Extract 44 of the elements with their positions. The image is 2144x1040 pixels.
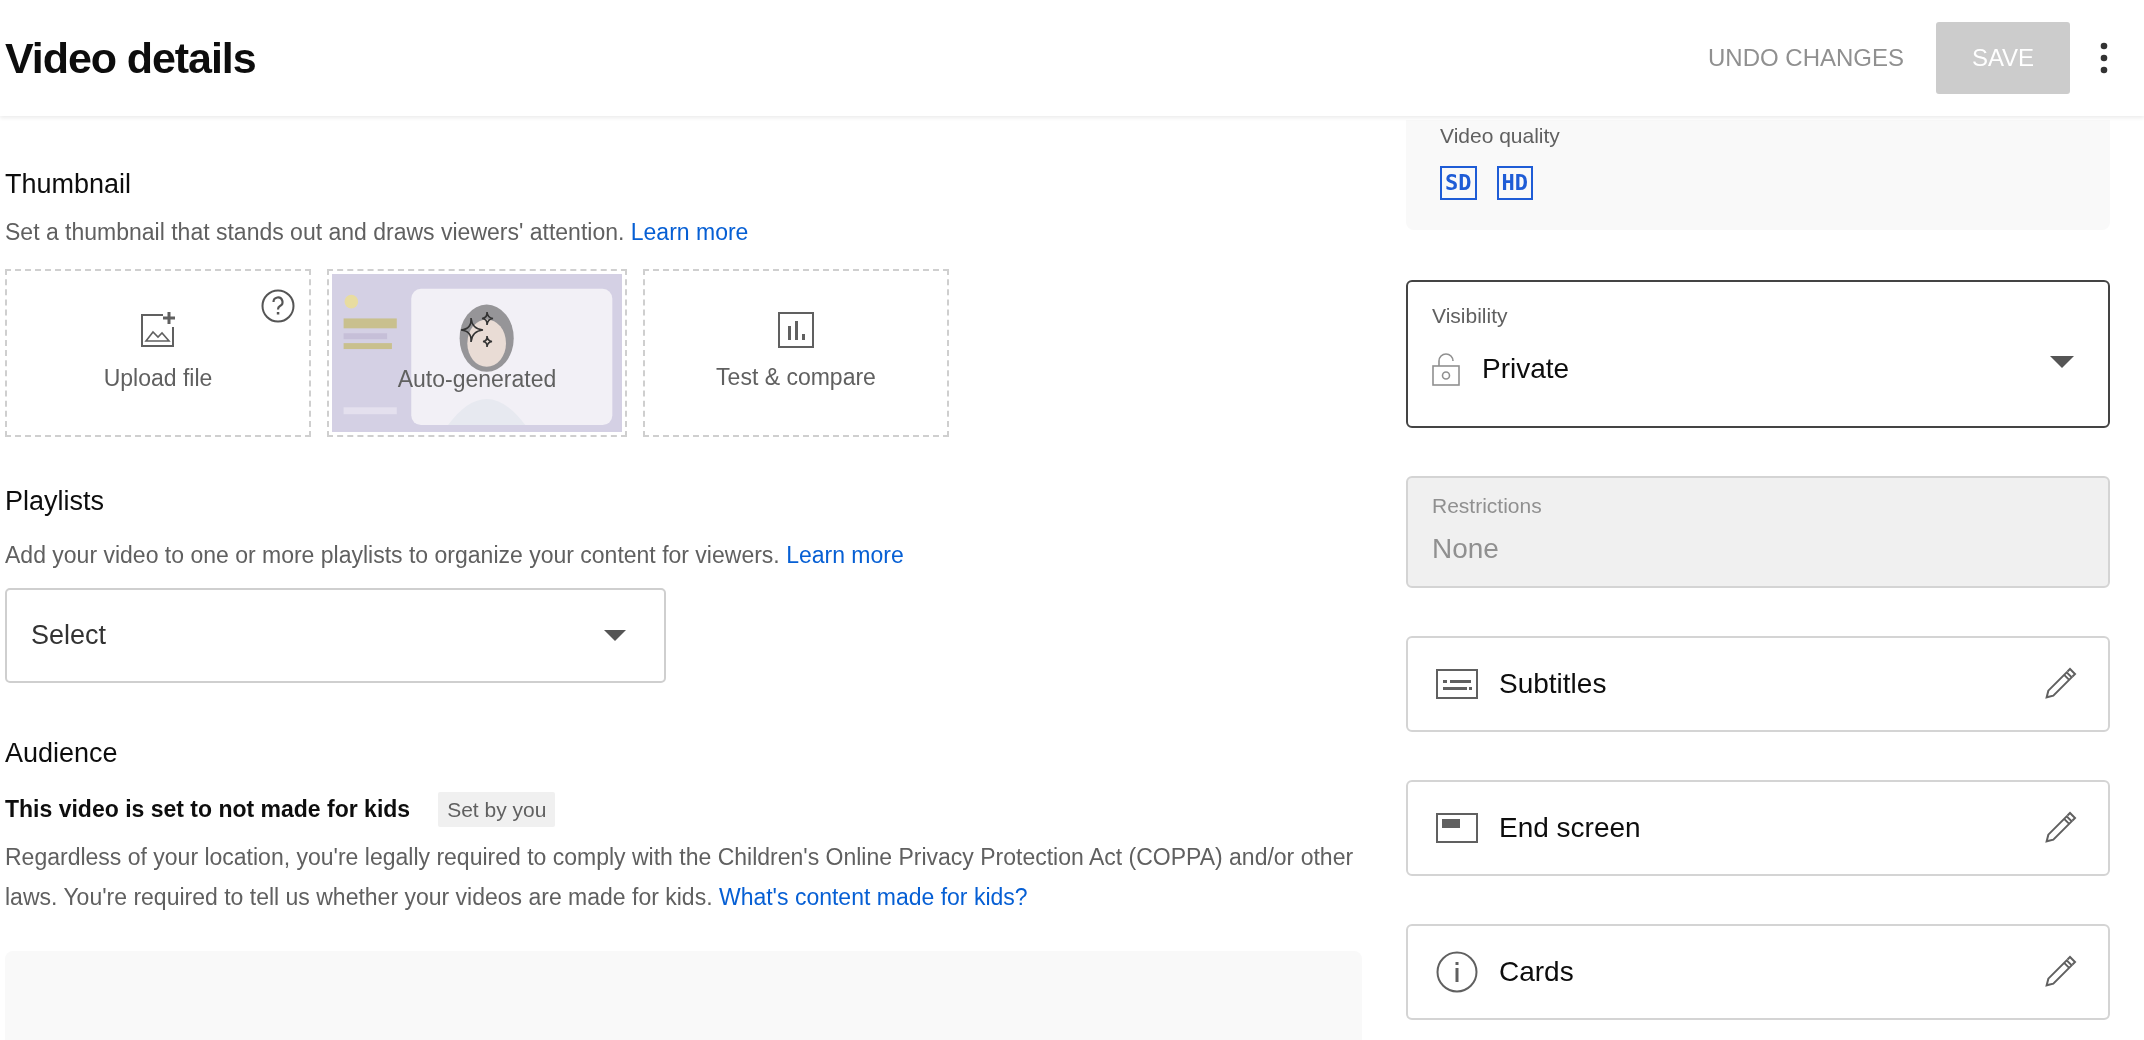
field-label: Visibility — [1432, 303, 1509, 329]
editor-label: End screen — [1499, 811, 1641, 845]
undo-changes-button[interactable]: UNDO CHANGES — [1695, 28, 1916, 88]
field-label: Restrictions — [1432, 493, 1543, 519]
quality-badge: HD — [1496, 165, 1533, 200]
dropdown-caret-icon — [604, 630, 626, 641]
section-heading: Thumbnail — [5, 168, 133, 201]
bar-chart-icon — [778, 311, 814, 348]
add-image-icon — [139, 310, 177, 349]
audience-description: Regardless of your location, you're legally required to comply with the Children's Online Privacy Protection Act (COPPA) and/or other laws. You're required to tell us whether your videos are made for kids. What's content made for kids? — [5, 843, 1355, 912]
restrictions-value: None — [1432, 531, 1500, 566]
page-title: Video details — [5, 32, 256, 84]
section-heading: Audience — [5, 737, 119, 770]
section-description: Add your video to one or more playlists to organize your content for viewers. Learn more — [5, 540, 905, 570]
editor-label: Subtitles — [1499, 667, 1607, 701]
help-icon[interactable] — [261, 289, 295, 323]
learn-more-link[interactable]: Learn more — [786, 541, 904, 568]
audience-status: This video is set to not made for kids — [5, 795, 411, 824]
test-compare-option[interactable]: Test & compare — [643, 269, 949, 437]
editor-card[interactable]: Cards — [1406, 924, 2110, 1020]
quality-badge: SD — [1440, 165, 1477, 200]
dropdown-caret-icon — [2050, 355, 2074, 368]
option-label: Auto-generated — [397, 364, 557, 394]
auto-generated-option[interactable]: Auto-generated — [327, 269, 627, 437]
option-label: Test & compare — [716, 362, 876, 392]
visibility-value: Private — [1482, 351, 1570, 386]
section-description: Set a thumbnail that stands out and draws viewers' attention. Learn more — [5, 217, 750, 247]
editor-card[interactable]: Subtitles — [1406, 636, 2110, 732]
subtitles-icon — [1436, 669, 1478, 699]
info-icon — [1436, 951, 1478, 993]
playlist-select[interactable]: Select — [5, 588, 666, 683]
video-quality-label: Video quality — [1440, 123, 1561, 149]
end-screen-icon — [1436, 813, 1478, 843]
upload-file-option[interactable]: Upload file — [5, 269, 311, 437]
more-options-icon[interactable] — [2100, 42, 2108, 74]
learn-more-link[interactable]: Learn more — [630, 218, 749, 245]
lock-icon — [1432, 351, 1460, 386]
editor-label: Cards — [1499, 955, 1574, 989]
content-made-for-kids-link[interactable]: What's content made for kids? — [718, 884, 1028, 910]
visibility-select[interactable]: Visibility Private — [1406, 280, 2110, 428]
set-by-you-tag: Set by you — [438, 791, 556, 827]
option-label: Upload file — [103, 363, 213, 393]
editor-card[interactable]: End screen — [1406, 780, 2110, 876]
section-heading: Playlists — [5, 485, 106, 518]
